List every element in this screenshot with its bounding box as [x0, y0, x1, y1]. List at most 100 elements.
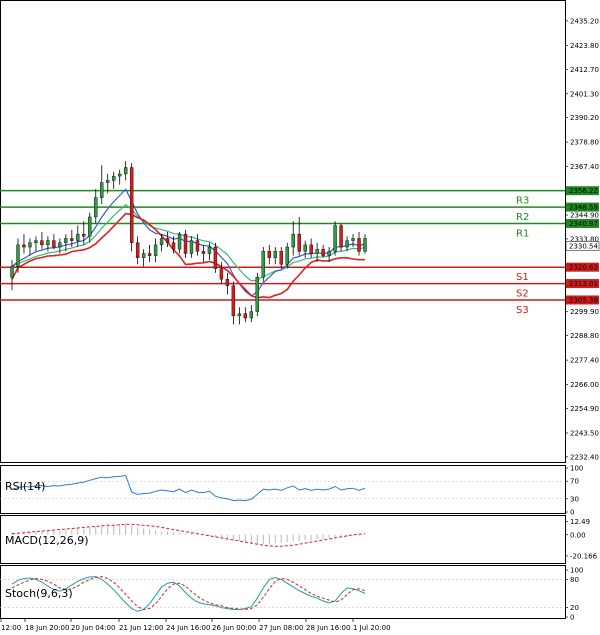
rsi-label: RSI(14): [5, 480, 45, 493]
candle-body-up: [285, 246, 289, 265]
candle: [195, 234, 200, 256]
candle-body-up: [333, 225, 337, 252]
candle-body-up: [261, 251, 265, 278]
candle: [177, 232, 182, 254]
time-tick-label: 24 Jun 16:00: [166, 624, 210, 632]
candle: [183, 229, 188, 258]
level-name-s2: S2: [516, 289, 529, 300]
macd-label: MACD(12,26,9): [5, 534, 89, 547]
candle-body-down: [52, 240, 56, 248]
candle: [273, 247, 277, 265]
pane-tick-label: -20.166: [570, 552, 598, 560]
price-tick-label: 2254.90: [570, 405, 599, 413]
candle-body-up: [64, 238, 68, 243]
candle: [94, 189, 98, 224]
price-tick-label: 2243.50: [570, 429, 599, 437]
price-tick-label: 2344.90: [570, 212, 599, 220]
pane-tick-label: 80: [570, 576, 579, 584]
price-tick-label: 2367.40: [570, 163, 599, 171]
price-tick-label: 2378.80: [570, 139, 599, 147]
candle-body-down: [70, 238, 74, 241]
candle: [189, 236, 194, 258]
candle-body-down: [225, 279, 230, 286]
candle: [261, 247, 265, 282]
candle: [279, 247, 283, 269]
level-name-r2: R2: [516, 212, 529, 223]
candle: [303, 240, 307, 258]
candle: [141, 249, 146, 267]
level-name-r1: R1: [516, 228, 529, 239]
candle: [40, 232, 44, 250]
price-tick-label: 2266.00: [570, 381, 599, 389]
time-tick-label: 28 Jun 16:00: [306, 624, 350, 632]
level-price-label: 2348.59: [569, 204, 598, 212]
price-tick-label: 2423.80: [570, 42, 599, 50]
candle-body-up: [141, 253, 146, 258]
candle: [321, 244, 325, 258]
candle-body-down: [321, 248, 325, 256]
level-price-label: 2305.38: [569, 296, 598, 304]
trading-chart: 2340.97 R1 2348.59 R2 2356.22 R3 2320.63 S1 2313…: [0, 0, 600, 632]
pane-tick-label: 70: [570, 478, 579, 486]
candle-body-down: [82, 233, 86, 237]
candle-body-up: [363, 238, 367, 252]
candle-body-down: [219, 268, 224, 280]
candle-body-up: [291, 233, 295, 248]
candle-body-up: [273, 251, 277, 258]
candle: [135, 236, 140, 265]
candle-body-up: [255, 276, 260, 312]
candle-body-down: [201, 251, 206, 254]
candle-body-up: [327, 251, 331, 256]
candle: [147, 244, 152, 263]
candle-body-up: [46, 240, 50, 246]
time-tick-label: 1 Jul 20:00: [353, 624, 391, 632]
stoch-pane: 10080 20 0: [0, 567, 583, 622]
candle: [100, 165, 104, 205]
candle-body-up: [76, 233, 80, 241]
candle: [231, 281, 236, 325]
candle-body-up: [94, 197, 98, 218]
price-tick-label: 2390.20: [570, 114, 599, 122]
candle: [165, 232, 170, 248]
current-price-label: 2330.54: [569, 242, 598, 250]
candle-body-down: [135, 242, 140, 258]
candle: [351, 234, 355, 248]
candle: [243, 307, 248, 323]
candle: [123, 161, 128, 181]
price-tick-label: 2277.40: [570, 357, 599, 365]
candle-body-up: [88, 216, 92, 237]
candle-body-down: [213, 246, 218, 269]
candle-body-up: [16, 244, 20, 267]
candle: [22, 234, 26, 254]
candle-body-down: [129, 167, 134, 243]
candle-body-up: [112, 175, 116, 181]
rsi-line: [11, 474, 366, 502]
candle-body-up: [237, 313, 242, 317]
level-name-r3: R3: [516, 196, 529, 207]
candle: [76, 225, 80, 248]
macd-pane: 12.49 0.00 -20.166: [11, 518, 598, 560]
candle: [309, 238, 313, 258]
candle-body-down: [243, 313, 248, 319]
stoch-label: Stoch(9,6,3): [5, 587, 73, 600]
candle: [333, 221, 337, 256]
moving-averages: [11, 188, 366, 299]
price-tick-label: 2232.40: [570, 453, 599, 461]
candle: [129, 163, 134, 252]
candle: [285, 242, 289, 269]
pane-tick-label: 20: [570, 604, 579, 612]
candle-body-down: [279, 251, 283, 265]
candle: [117, 169, 122, 185]
price-tick-label: 2288.80: [570, 332, 599, 340]
candle-body-down: [309, 244, 313, 254]
candle-body-up: [189, 240, 194, 254]
candle-body-up: [303, 244, 307, 252]
candle-body-up: [177, 233, 182, 250]
price-axis: 2435.20 2423.80 2412.70 2401.30 2390.20 2378.…: [565, 17, 599, 461]
candle-body-down: [195, 240, 200, 252]
candle-body-up: [117, 173, 122, 177]
level-price-label: 2356.22: [569, 187, 598, 195]
level-price-label: 2320.63: [569, 264, 598, 272]
candle: [255, 272, 260, 316]
candle-body-down: [357, 238, 361, 252]
